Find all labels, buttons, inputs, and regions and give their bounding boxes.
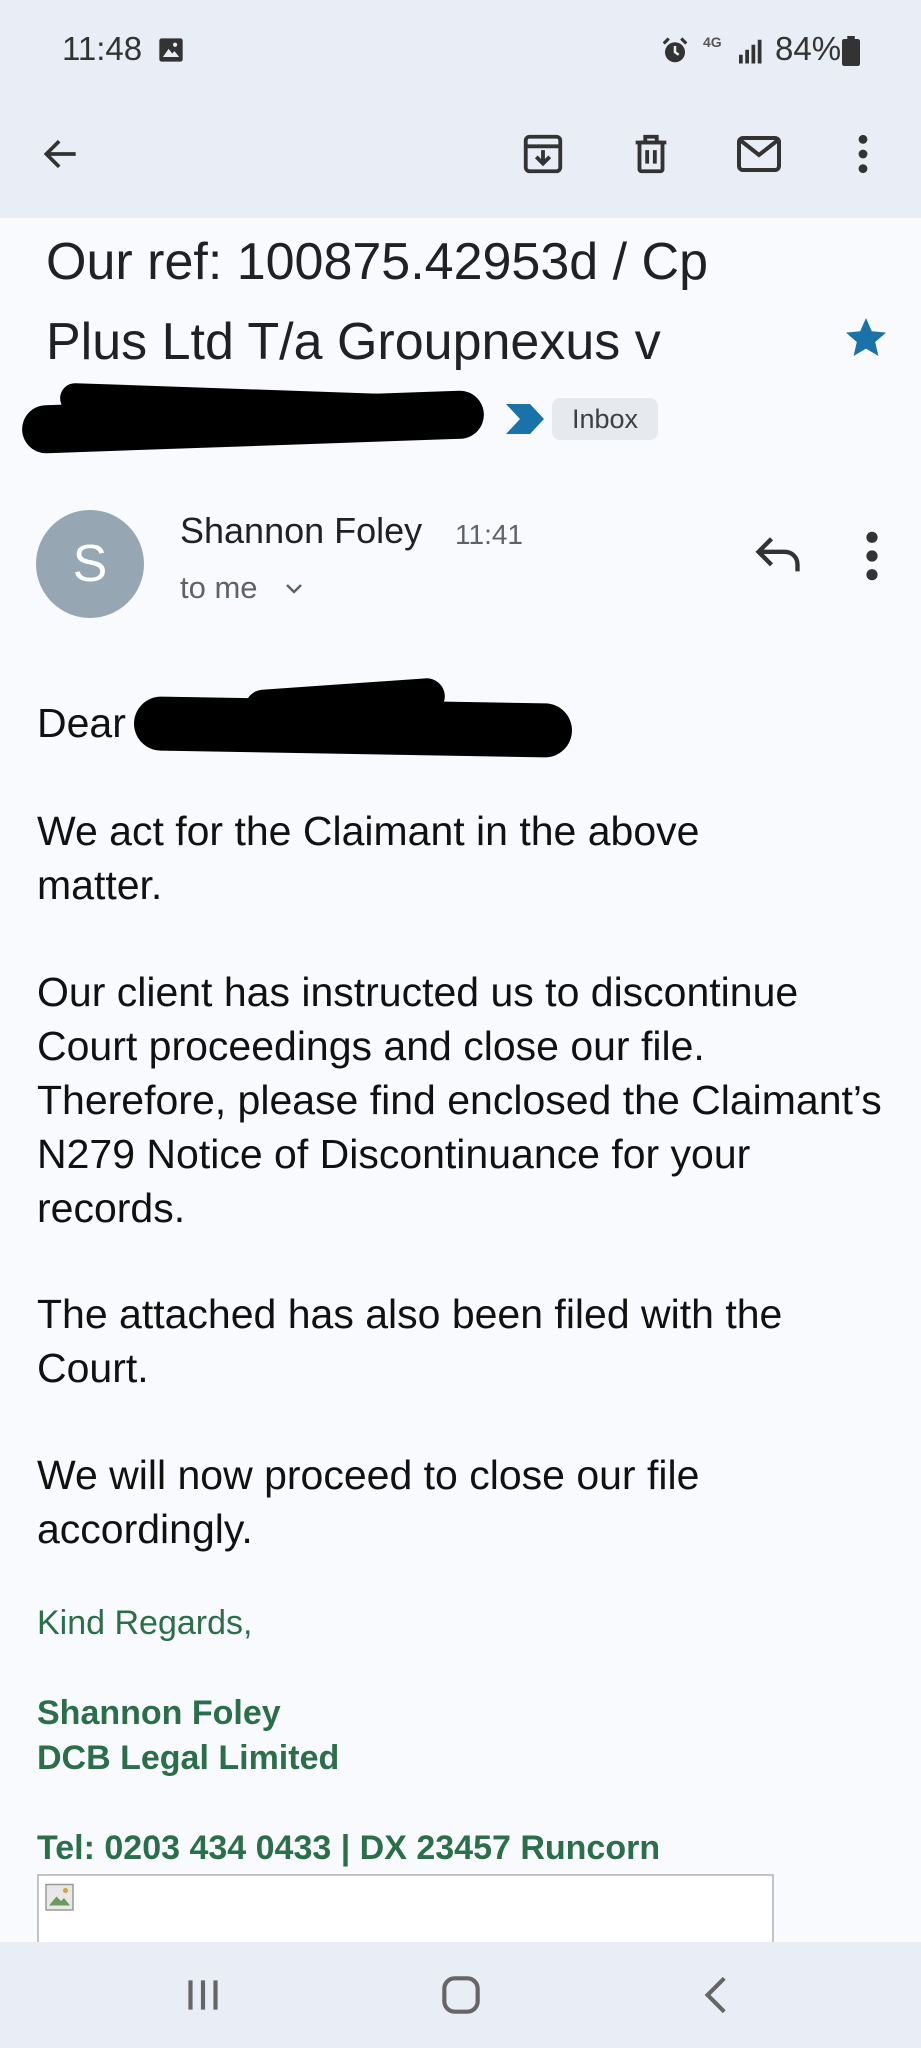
body-paragraph-3: The attached has also been filed with th… — [37, 1291, 783, 1391]
subject-line-2: Plus Ltd T/a Groupnexus v — [46, 313, 661, 371]
signal-icon — [739, 39, 762, 64]
email-toolbar — [0, 100, 921, 218]
alarm-icon — [662, 37, 688, 63]
image-icon — [159, 38, 183, 62]
email-subject: Our ref: 100875.42953d / Cp Plus Ltd T/a… — [46, 222, 806, 382]
sent-time: 11:41 — [455, 519, 523, 550]
broken-image-placeholder — [37, 1874, 774, 1944]
battery-percent: 84% — [775, 30, 842, 67]
body-paragraph-2: Our client has instructed us to disconti… — [37, 969, 882, 1231]
label-chevron-icon — [506, 404, 544, 434]
chevron-down-icon[interactable] — [282, 577, 306, 601]
signature-contact: Tel: 0203 434 0433 | DX 23457 Runcorn — [37, 1829, 661, 1867]
message-more-icon[interactable] — [852, 528, 892, 584]
email-screen: 11:48 4G 84% Our ref: 100875.42953d / Cp… — [0, 0, 921, 2048]
signature-closing: Kind Regards, — [37, 1604, 253, 1642]
mark-unread-icon[interactable] — [731, 126, 787, 182]
reply-icon[interactable] — [752, 528, 804, 580]
system-nav-bar — [0, 1942, 921, 2048]
signature-name: Shannon Foley — [37, 1694, 281, 1732]
body-paragraph-1: We act for the Claimant in the above mat… — [37, 808, 700, 908]
subject-line-1: Our ref: 100875.42953d / Cp — [46, 233, 709, 291]
back-icon[interactable] — [693, 1970, 743, 2020]
body-paragraph-4: We will now proceed to close our file ac… — [37, 1452, 700, 1552]
recent-apps-icon[interactable] — [178, 1970, 228, 2020]
sender-name: Shannon Foley — [180, 510, 423, 551]
archive-icon[interactable] — [515, 126, 571, 182]
signature-company: DCB Legal Limited — [37, 1739, 340, 1777]
battery-icon — [842, 36, 860, 66]
status-time: 11:48 — [62, 30, 143, 67]
inbox-label[interactable]: Inbox — [552, 398, 659, 440]
status-bar: 11:48 4G 84% — [0, 0, 921, 100]
back-arrow-icon[interactable] — [33, 126, 89, 182]
avatar[interactable]: S — [36, 510, 144, 618]
home-icon[interactable] — [436, 1970, 486, 2020]
more-vert-icon[interactable] — [835, 126, 891, 182]
delete-icon[interactable] — [623, 126, 679, 182]
broken-image-icon — [45, 1883, 74, 1911]
network-type: 4G — [703, 34, 722, 50]
star-icon[interactable] — [842, 314, 890, 362]
recipient-toggle[interactable]: to me — [180, 570, 258, 606]
